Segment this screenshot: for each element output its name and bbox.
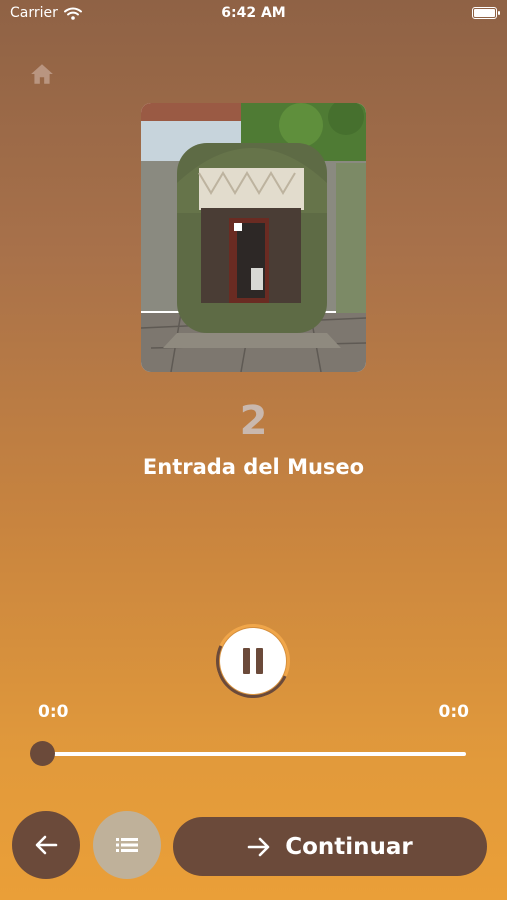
status-bar: Carrier 6:42 AM: [0, 0, 507, 28]
continue-label: Continuar: [285, 833, 413, 860]
home-button[interactable]: [28, 60, 56, 88]
clock: 6:42 AM: [221, 5, 286, 21]
continue-button[interactable]: Continuar: [173, 817, 487, 876]
pause-button-face: [220, 628, 286, 694]
elapsed-time: 0:0: [38, 702, 69, 722]
back-button[interactable]: [12, 811, 80, 879]
stop-list-button[interactable]: [93, 811, 161, 879]
slider-track: [42, 752, 466, 756]
pause-icon: [240, 648, 266, 674]
stop-number: 2: [239, 398, 268, 444]
progress-slider[interactable]: [30, 740, 470, 768]
stop-artwork: [141, 103, 366, 372]
list-icon: [116, 838, 138, 852]
slider-thumb[interactable]: [30, 741, 55, 766]
arrow-left-icon: [35, 835, 58, 855]
arrow-right-icon: [247, 837, 270, 856]
stop-title: Entrada del Museo: [142, 455, 365, 479]
pause-button[interactable]: [205, 613, 301, 709]
battery-icon: [472, 7, 500, 19]
artwork-image: [141, 103, 366, 372]
total-duration: 0:0: [438, 702, 469, 722]
home-icon: [31, 64, 53, 84]
